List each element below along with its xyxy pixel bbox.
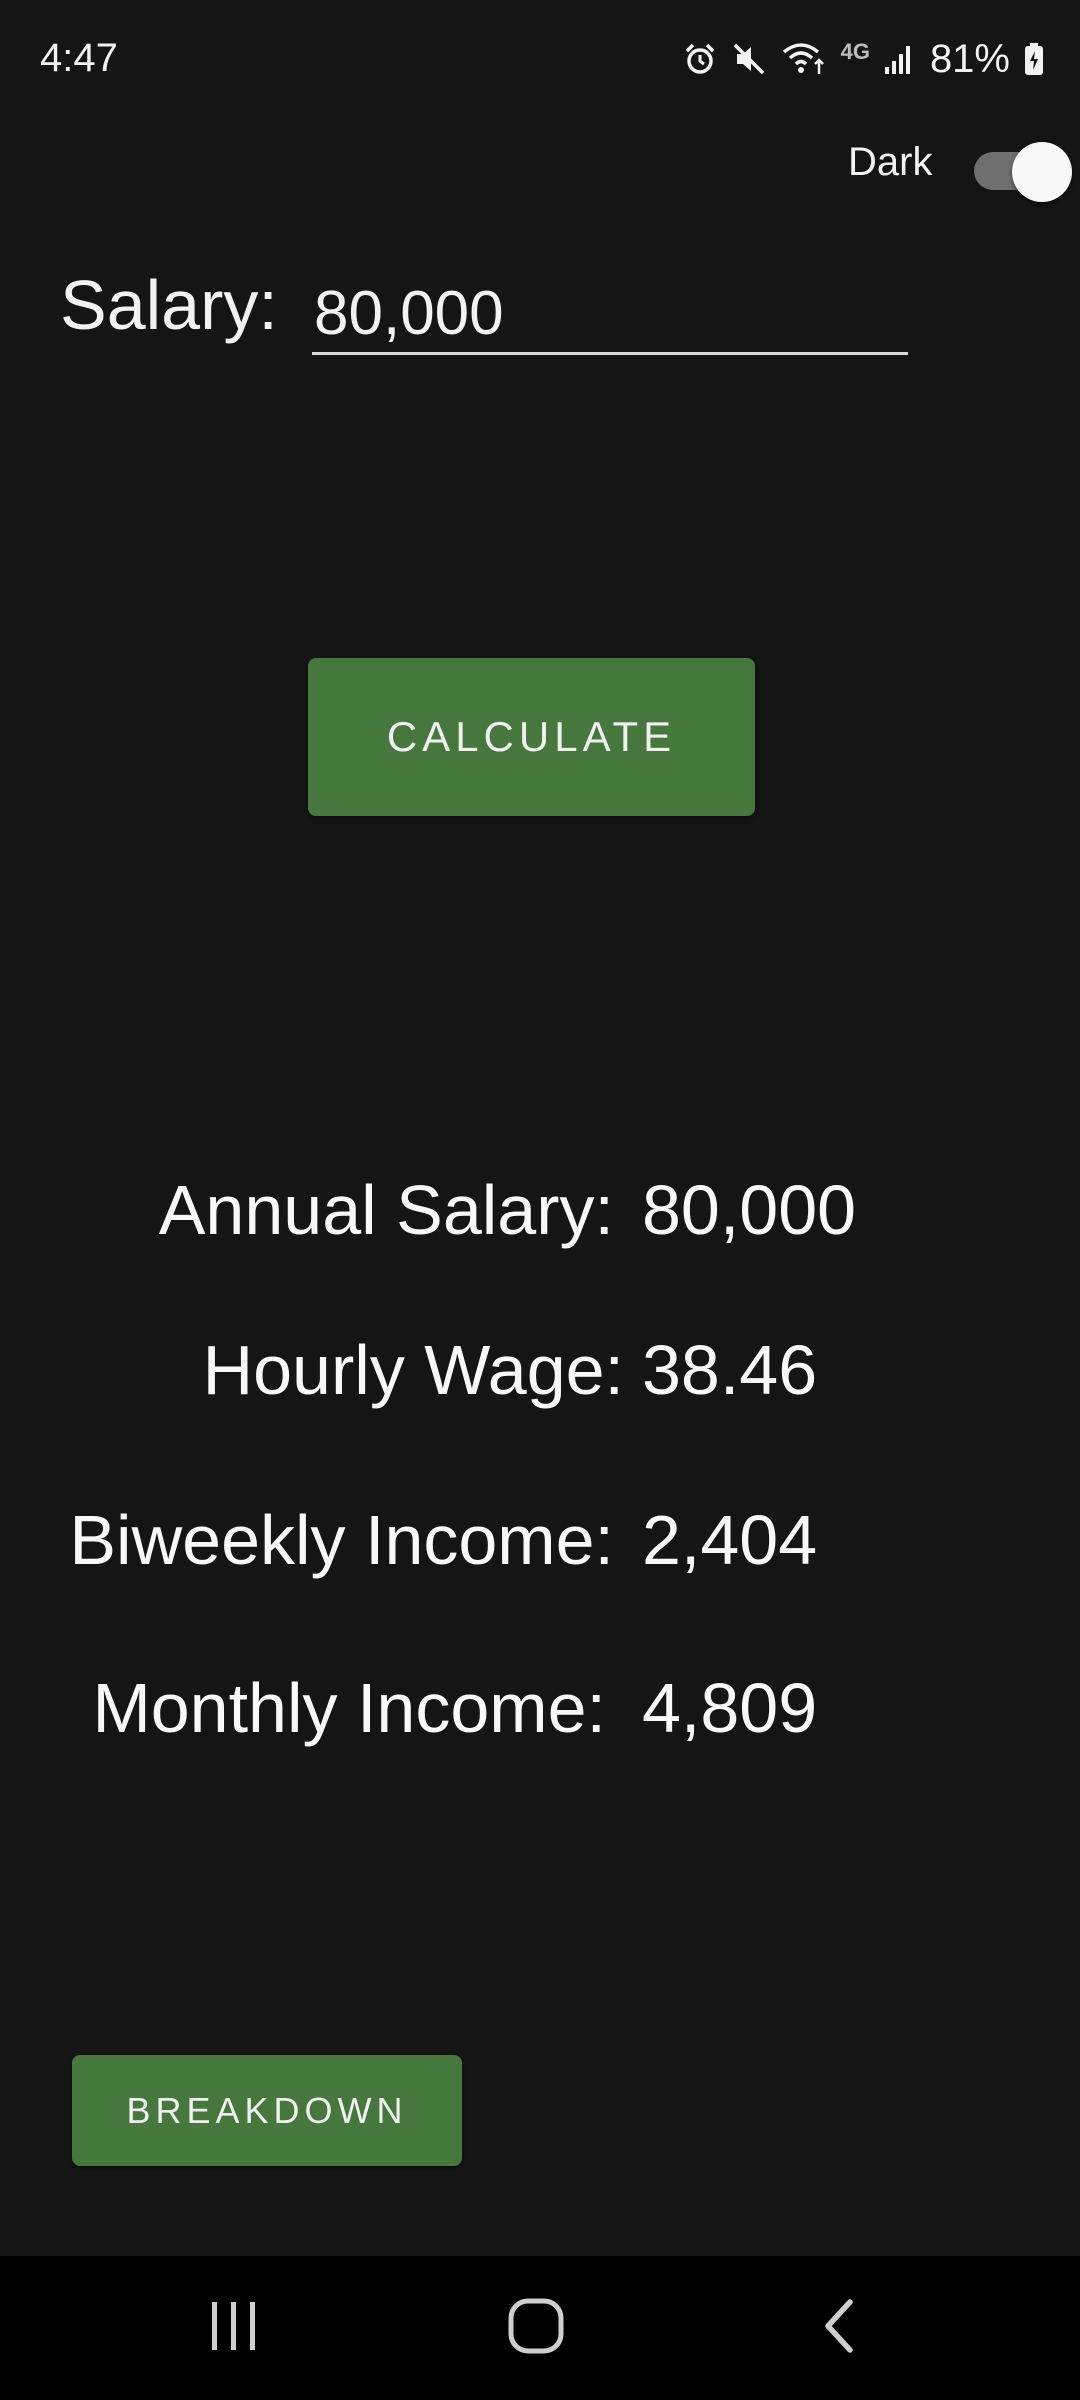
wifi-icon xyxy=(781,40,827,78)
mute-icon xyxy=(731,41,767,77)
monthly-income-value: 4,809 xyxy=(642,1669,818,1747)
result-row-hourly-wage: Hourly Wage: 38.46 xyxy=(0,1330,1080,1420)
biweekly-income-label: Biweekly Income: xyxy=(69,1501,614,1579)
salary-input[interactable] xyxy=(312,275,908,355)
recents-button[interactable] xyxy=(134,2256,334,2400)
hourly-wage-value: 38.46 xyxy=(642,1331,818,1409)
status-time: 4:47 xyxy=(40,36,118,80)
back-button[interactable] xyxy=(740,2256,940,2400)
result-row-biweekly-income: Biweekly Income: 2,404 xyxy=(0,1500,1080,1590)
recents-icon xyxy=(206,2300,262,2357)
status-bar: 4:47 4G 81% xyxy=(0,0,1080,118)
home-button[interactable] xyxy=(436,2256,636,2400)
salary-calculator-screen: 4:47 4G 81% Dark Salary: 80,000 CALCULAT… xyxy=(0,0,1080,2400)
navigation-bar xyxy=(0,2256,1080,2400)
status-icons: 4G 81% xyxy=(683,34,1044,84)
calculate-button[interactable]: CALCULATE xyxy=(308,658,755,816)
dark-mode-label: Dark xyxy=(848,140,933,184)
alarm-icon xyxy=(683,42,717,76)
hourly-wage-label: Hourly Wage: xyxy=(202,1331,624,1409)
signal-icon xyxy=(884,43,914,75)
result-row-annual-salary: Annual Salary: 80,000 xyxy=(0,1170,1080,1260)
monthly-income-label: Monthly Income: xyxy=(92,1669,606,1747)
salary-label: Salary: xyxy=(60,266,278,344)
breakdown-button[interactable]: BREAKDOWN xyxy=(72,2055,462,2166)
result-row-monthly-income: Monthly Income: 4,809 xyxy=(0,1668,1080,1758)
annual-salary-value: 80,000 xyxy=(642,1171,857,1249)
network-type: 4G xyxy=(840,39,870,64)
toggle-thumb xyxy=(1012,142,1072,202)
home-icon xyxy=(507,2297,565,2360)
battery-percent: 81% xyxy=(929,36,1010,81)
annual-salary-label: Annual Salary: xyxy=(158,1171,614,1249)
battery-icon xyxy=(1024,42,1044,76)
biweekly-income-value: 2,404 xyxy=(642,1501,818,1579)
back-icon xyxy=(820,2298,860,2359)
dark-mode-toggle[interactable] xyxy=(970,142,1072,202)
